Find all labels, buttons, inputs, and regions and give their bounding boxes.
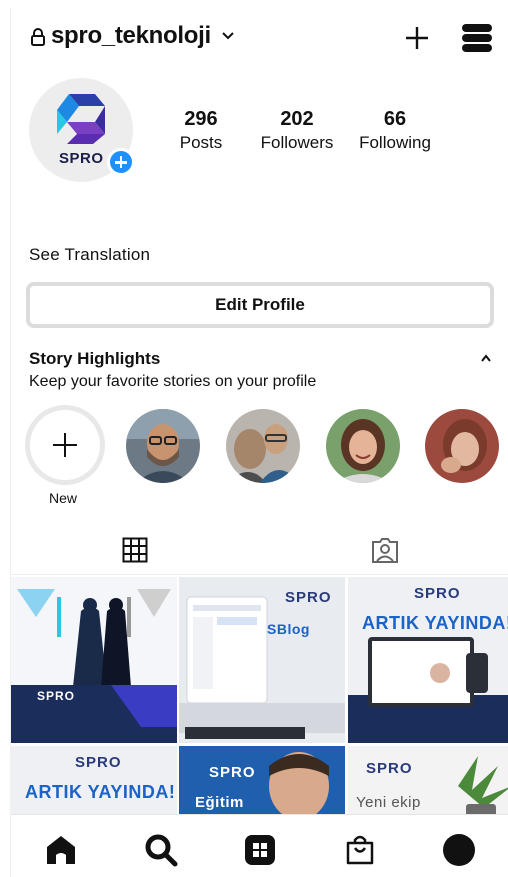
- post-tile[interactable]: SPRO ARTIK YAYINDA!: [348, 577, 508, 743]
- posts-count-value: 296: [184, 108, 218, 130]
- menu-icon[interactable]: [461, 23, 493, 53]
- followers-count-label: Followers: [260, 133, 334, 152]
- story-highlights-subtitle: Keep your favorite stories on your profi…: [29, 373, 317, 390]
- highlight-photo-two-people: [226, 409, 300, 483]
- posts-count[interactable]: 296 Posts: [151, 108, 251, 153]
- following-count-label: Following: [359, 133, 431, 152]
- tagged-tab-icon[interactable]: [371, 536, 399, 564]
- post-brand: SPRO: [37, 689, 76, 703]
- chevron-up-icon[interactable]: [479, 353, 493, 363]
- story-highlights-title: Story Highlights: [29, 349, 161, 368]
- post-brand: SPRO: [366, 760, 413, 777]
- new-highlight-label: New: [49, 490, 78, 506]
- post-brand: SPRO: [285, 589, 332, 606]
- grid-tab-icon[interactable]: [122, 537, 148, 563]
- highlight-photo-man-glasses: [126, 409, 200, 483]
- highlight-item[interactable]: [226, 409, 300, 483]
- home-icon[interactable]: [44, 833, 78, 867]
- post-brand: SPRO: [75, 754, 122, 771]
- lock-icon: [31, 28, 45, 46]
- spro-logo-icon: [57, 94, 105, 144]
- post-tile[interactable]: SPRO: [11, 577, 177, 743]
- post-headline: Eğitim: [195, 794, 244, 811]
- post-brand: SPRO: [209, 764, 256, 781]
- following-count[interactable]: 66 Following: [345, 108, 445, 153]
- post-headline: SBlog: [267, 621, 310, 637]
- post-headline: ARTIK YAYINDA!: [25, 782, 176, 802]
- highlight-item[interactable]: [326, 409, 400, 483]
- post-tile[interactable]: SPRO SBlog: [179, 577, 345, 743]
- top-bar: spro_teknoloji: [11, 8, 508, 70]
- highlight-photo-woman-smiling: [326, 409, 400, 483]
- post-headline: ARTIK YAYINDA!: [362, 613, 508, 633]
- post-headline: Yeni ekip: [356, 794, 421, 811]
- tab-divider: [11, 574, 508, 575]
- posts-count-label: Posts: [179, 133, 223, 152]
- followers-count[interactable]: 202 Followers: [247, 108, 347, 153]
- add-story-plus-icon[interactable]: [107, 148, 135, 176]
- followers-count-value: 202: [280, 108, 314, 130]
- following-count-value: 66: [383, 108, 407, 130]
- plus-icon: [53, 433, 77, 457]
- search-icon[interactable]: [144, 833, 178, 867]
- reels-icon[interactable]: [243, 833, 277, 867]
- highlight-item[interactable]: [425, 409, 499, 483]
- account-username[interactable]: spro_teknoloji: [51, 22, 211, 50]
- post-image: [11, 589, 177, 743]
- highlight-photo-woman-thinking: [425, 409, 499, 483]
- profile-icon[interactable]: [442, 833, 476, 867]
- highlight-item[interactable]: [126, 409, 200, 483]
- profile-screen: spro_teknoloji SPRO 296 Posts 202 Follow…: [10, 8, 508, 877]
- bottom-navigation: [11, 814, 508, 877]
- see-translation-link[interactable]: See Translation: [29, 245, 150, 265]
- create-post-plus-icon[interactable]: [403, 24, 431, 52]
- avatar-brand-text: SPRO: [59, 150, 104, 167]
- edit-profile-button[interactable]: Edit Profile: [26, 282, 494, 328]
- shop-bag-icon[interactable]: [343, 833, 377, 867]
- chevron-down-icon[interactable]: [221, 30, 235, 42]
- new-highlight-button[interactable]: [25, 405, 105, 485]
- post-brand: SPRO: [414, 585, 461, 602]
